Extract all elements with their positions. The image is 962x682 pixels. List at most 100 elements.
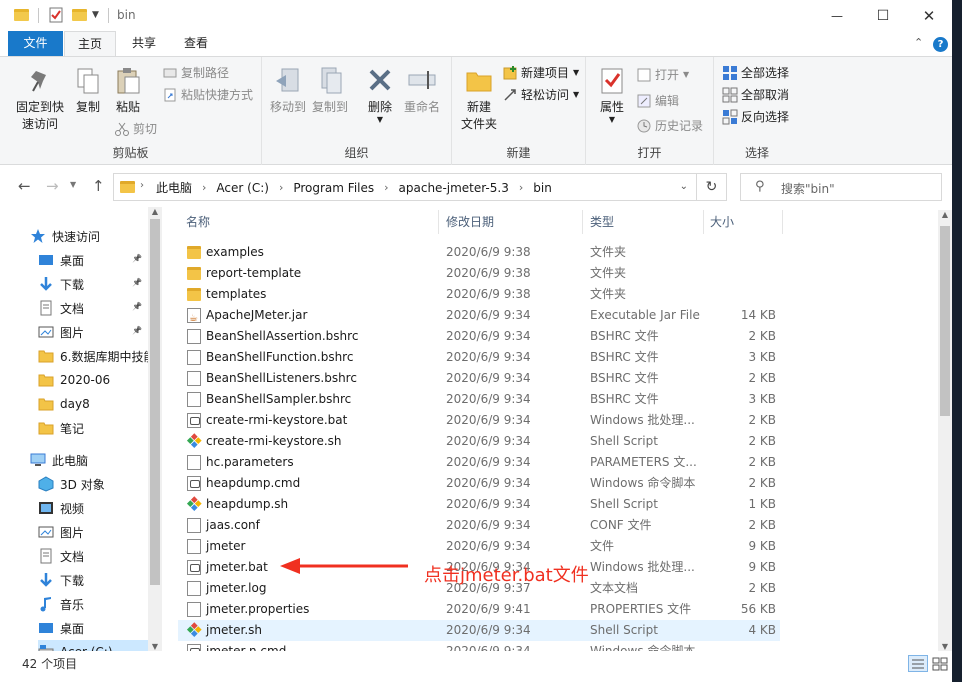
refresh-button[interactable]: ↻ <box>697 173 727 201</box>
file-row[interactable]: BeanShellFunction.bshrc 2020/6/9 9:34 BSHR… <box>178 347 780 368</box>
copy-to-button[interactable]: 复制到 <box>310 65 350 116</box>
select-all-button[interactable]: 全部选择 <box>722 63 789 83</box>
nav-scrollbar-thumb[interactable] <box>150 219 160 585</box>
column-header-size[interactable]: 大小 <box>710 210 734 234</box>
breadcrumb-drive[interactable]: Acer (C:) <box>216 181 269 195</box>
scroll-up-icon[interactable]: ▲ <box>148 207 162 216</box>
file-row[interactable]: heapdump.sh 2020/6/9 9:34 Shell Script 1 KB <box>178 494 780 515</box>
file-row[interactable]: create-rmi-keystore.sh 2020/6/9 9:34 Shell… <box>178 431 780 452</box>
breadcrumb-program-files[interactable]: Program Files <box>293 181 374 195</box>
nav-pc-item-1[interactable]: 视频 <box>38 496 148 520</box>
recent-locations-button[interactable]: ▼ <box>70 180 76 189</box>
tab-view[interactable]: 查看 <box>170 31 222 56</box>
history-button[interactable]: 历史记录 <box>636 116 703 136</box>
file-type: Shell Script <box>590 497 658 511</box>
nav-pc-item-7[interactable]: Acer (C:) <box>38 640 148 651</box>
new-folder-quick-icon[interactable] <box>72 6 87 24</box>
nav-item-3[interactable]: 图片 📌 <box>38 320 162 344</box>
new-item-button[interactable]: 新建项目 ▼ <box>502 63 579 83</box>
file-row[interactable]: create-rmi-keystore.bat 2020/6/9 9:34 Wind… <box>178 410 780 431</box>
easy-access-button[interactable]: 轻松访问 ▼ <box>502 85 579 105</box>
file-row[interactable]: BeanShellAssertion.bshrc 2020/6/9 9:34 BSH… <box>178 326 780 347</box>
nav-pc-item-4[interactable]: 下载 <box>38 568 148 592</box>
nav-pc-item-2[interactable]: 图片 <box>38 520 148 544</box>
nav-pc-item-6[interactable]: 桌面 <box>38 616 148 640</box>
column-header-name[interactable]: 名称 <box>186 210 210 234</box>
customize-quick-access-icon[interactable]: ▼ <box>92 6 99 24</box>
close-button[interactable]: ✕ <box>906 0 952 31</box>
file-row[interactable]: jmeter 2020/6/9 9:34 文件 9 KB <box>178 536 780 557</box>
file-row[interactable]: templates 2020/6/9 9:38 文件夹 <box>178 284 780 305</box>
window-title: bin <box>117 8 136 22</box>
open-button[interactable]: 打开 ▼ <box>636 65 689 85</box>
forward-button[interactable]: → <box>46 177 59 195</box>
tab-share[interactable]: 共享 <box>118 31 170 56</box>
file-row[interactable]: ApacheJMeter.jar 2020/6/9 9:34 Executable … <box>178 305 780 329</box>
tab-file[interactable]: 文件 <box>8 31 63 56</box>
file-row[interactable]: examples 2020/6/9 9:38 文件夹 <box>178 242 780 263</box>
copy-button[interactable]: 复制 <box>70 65 106 116</box>
nav-pc-item-3[interactable]: 文档 <box>38 544 148 568</box>
nav-this-pc[interactable]: 此电脑 <box>30 448 162 472</box>
rename-button[interactable]: 重命名 <box>400 65 444 116</box>
address-dropdown-icon[interactable]: ⌄ <box>680 181 688 192</box>
file-row[interactable]: hc.parameters 2020/6/9 9:34 PARAMETERS 文..… <box>178 452 780 473</box>
expand-ribbon-icon[interactable]: ⌃ <box>914 36 923 49</box>
paste-shortcut-button[interactable]: 粘贴快捷方式 <box>162 85 253 105</box>
nav-pc-item-0[interactable]: 3D 对象 <box>38 472 148 496</box>
nav-scrollbar[interactable]: ▲ ▼ <box>148 207 162 651</box>
file-row[interactable]: jmeter-n.cmd 2020/6/9 9:34 Windows 命令脚本 <box>178 641 780 651</box>
edit-button[interactable]: 编辑 <box>636 91 679 111</box>
file-row[interactable]: heapdump.cmd 2020/6/9 9:34 Windows 命令脚本 2 K… <box>178 473 780 494</box>
breadcrumb-this-pc[interactable]: 此电脑 <box>156 179 192 196</box>
properties-quick-icon[interactable] <box>48 6 64 24</box>
large-icons-view-icon[interactable] <box>931 655 949 672</box>
properties-button[interactable]: 属性 ▼ <box>594 65 630 124</box>
file-row[interactable]: report-template 2020/6/9 9:38 文件夹 <box>178 263 780 284</box>
nav-item-2[interactable]: 文档 📌 <box>38 296 162 320</box>
breadcrumb-bin[interactable]: bin <box>533 181 552 195</box>
file-row[interactable]: BeanShellListeners.bshrc 2020/6/9 9:34 BSH… <box>178 368 780 389</box>
file-list-scrollbar-thumb[interactable] <box>940 226 950 416</box>
details-view-icon[interactable] <box>908 655 928 672</box>
nav-item-1[interactable]: 下载 📌 <box>38 272 162 296</box>
nav-item-label: 图片 <box>60 325 85 340</box>
file-row[interactable]: BeanShellSampler.bshrc 2020/6/9 9:34 BSHRC… <box>178 389 780 410</box>
new-folder-icon <box>463 65 495 97</box>
search-input[interactable]: ⚲ 搜索"bin" <box>740 173 942 201</box>
scroll-down-icon[interactable]: ▼ <box>148 642 162 651</box>
file-type: Windows 批处理... <box>590 413 695 427</box>
nav-quick-access[interactable]: 快速访问 <box>30 224 162 248</box>
column-header-type[interactable]: 类型 <box>590 210 614 234</box>
address-bar[interactable]: › 此电脑 › Acer (C:) › Program Files › apache-… <box>113 173 697 201</box>
pin-to-quick-access-button[interactable]: 固定到快 速访问 <box>10 65 70 133</box>
nav-item-0[interactable]: 桌面 📌 <box>38 248 162 272</box>
column-header-date[interactable]: 修改日期 <box>446 210 494 234</box>
file-row[interactable]: jmeter.properties 2020/6/9 9:41 PROPERTIES… <box>178 599 780 620</box>
nav-item-4[interactable]: 6.数据库期中技能 <box>38 344 162 368</box>
paste-button[interactable]: 粘贴 <box>110 65 146 116</box>
file-row[interactable]: jmeter.sh 2020/6/9 9:34 Shell Script 4 KB <box>178 620 780 641</box>
nav-item-7[interactable]: 笔记 <box>38 416 162 440</box>
nav-pc-item-5[interactable]: 音乐 <box>38 592 148 616</box>
scroll-up-icon[interactable]: ▲ <box>938 210 952 219</box>
move-to-button[interactable]: 移动到 <box>268 65 308 116</box>
invert-selection-button[interactable]: 反向选择 <box>722 107 789 127</box>
cut-button[interactable]: 剪切 <box>114 119 157 139</box>
nav-item-6[interactable]: day8 <box>38 392 162 416</box>
copy-path-button[interactable]: 复制路径 <box>162 63 229 83</box>
back-button[interactable]: ← <box>18 177 31 195</box>
file-list-scrollbar[interactable]: ▲ ▼ <box>938 210 952 651</box>
maximize-button[interactable]: ☐ <box>860 0 906 31</box>
minimize-button[interactable]: — <box>814 0 860 31</box>
up-button[interactable]: ↑ <box>92 177 105 195</box>
scroll-down-icon[interactable]: ▼ <box>938 642 952 651</box>
help-icon[interactable]: ? <box>933 37 948 52</box>
file-row[interactable]: jaas.conf 2020/6/9 9:34 CONF 文件 2 KB <box>178 515 780 536</box>
select-none-button[interactable]: 全部取消 <box>722 85 789 105</box>
tab-home[interactable]: 主页 <box>64 31 116 56</box>
delete-button[interactable]: 删除 ▼ <box>362 65 398 124</box>
nav-item-5[interactable]: 2020-06 <box>38 368 162 392</box>
breadcrumb-jmeter[interactable]: apache-jmeter-5.3 <box>399 181 509 195</box>
new-folder-button[interactable]: 新建 文件夹 <box>456 65 502 133</box>
